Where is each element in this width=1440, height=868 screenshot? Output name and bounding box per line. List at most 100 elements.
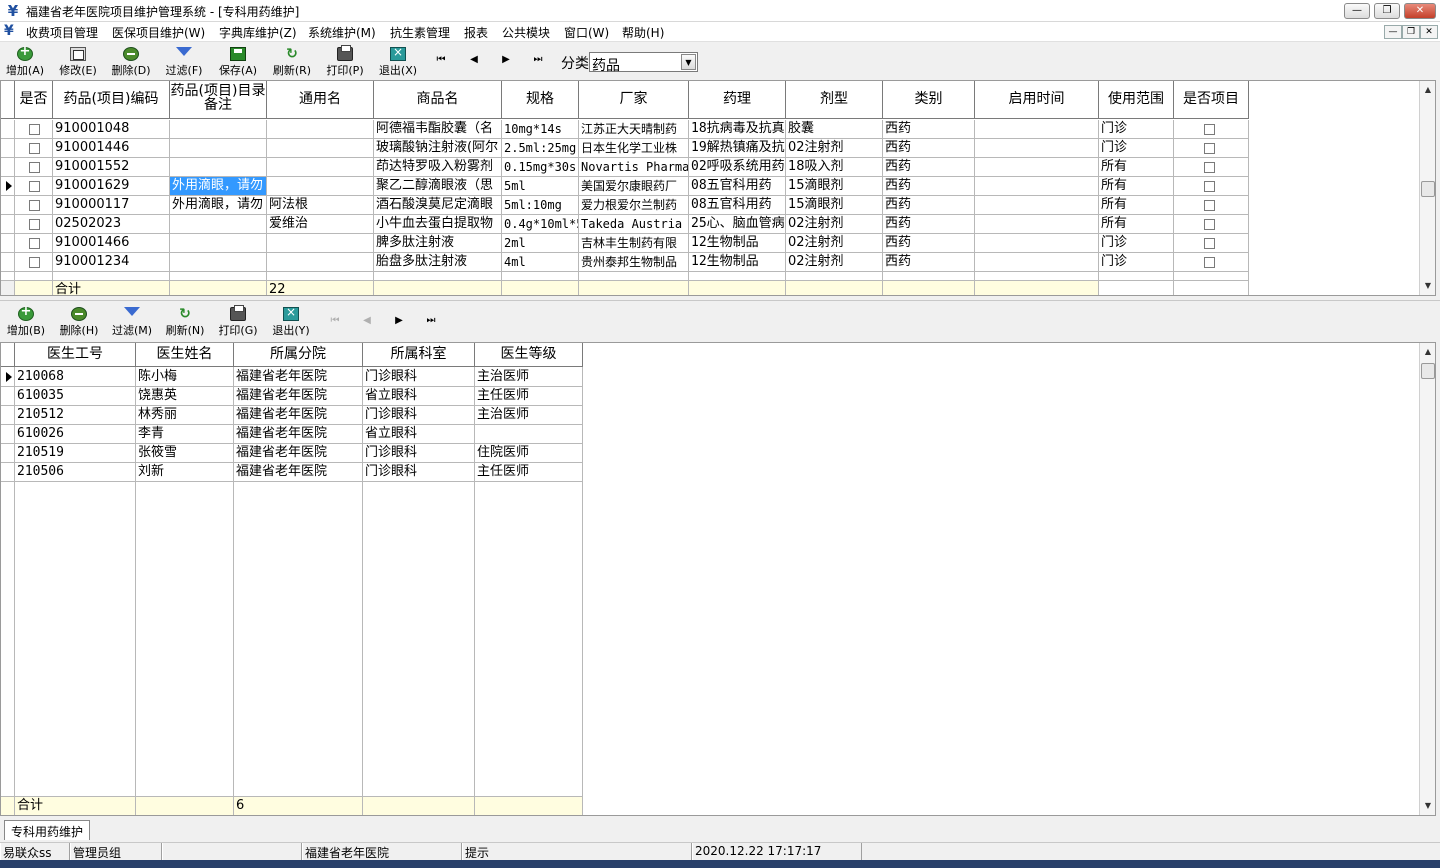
next-record-icon[interactable]: ▶ <box>499 54 513 65</box>
col-enabled-header[interactable]: 是否启用 <box>15 81 53 119</box>
col-doctor-name-header[interactable]: 医生姓名 <box>136 343 234 367</box>
menu-insurance-items[interactable]: 医保项目维护(W) <box>112 24 205 41</box>
table-cell[interactable]: 茚达特罗吸入粉雾剂 <box>374 158 502 177</box>
is-item-checkbox[interactable] <box>1204 124 1215 135</box>
restore-button[interactable]: ❐ <box>1374 3 1400 19</box>
table-cell[interactable]: 210068 <box>15 368 136 387</box>
table-cell[interactable]: 外用滴眼，请勿 <box>170 196 267 215</box>
table-cell[interactable]: 爱维治 <box>267 215 374 234</box>
table-cell[interactable]: 聚乙二醇滴眼液（思 <box>374 177 502 196</box>
doctor-delete-button[interactable]: 删除(H) <box>57 307 101 338</box>
refresh-button[interactable]: ↻ 刷新(R) <box>270 47 314 78</box>
table-cell[interactable]: 李青 <box>136 425 234 444</box>
doctor-prev-record-icon[interactable]: ◀ <box>360 315 374 326</box>
row-indicator[interactable] <box>1 120 15 139</box>
col-remark-header[interactable]: 药品(项目)目录备注 <box>170 81 267 119</box>
enabled-checkbox[interactable] <box>29 162 40 173</box>
col-doctor-id-header[interactable]: 医生工号 <box>15 343 136 367</box>
enabled-checkbox[interactable] <box>29 257 40 268</box>
enabled-checkbox[interactable] <box>29 200 40 211</box>
col-scope-header[interactable]: 使用范围 <box>1099 81 1174 119</box>
row-indicator[interactable] <box>1 139 15 158</box>
scroll-down-icon[interactable]: ▼ <box>1420 799 1435 813</box>
col-is-item-header[interactable]: 是否项目 <box>1174 81 1249 119</box>
exit-button[interactable]: 退出(X) <box>376 45 420 78</box>
table-cell[interactable]: 12生物制品 <box>689 253 786 272</box>
table-cell[interactable]: 主治医师 <box>475 406 583 425</box>
table-cell[interactable]: 吉林丰生制药有限 <box>579 234 689 253</box>
table-cell[interactable]: 610026 <box>15 425 136 444</box>
table-cell[interactable]: 门诊 <box>1099 234 1174 253</box>
table-cell[interactable]: 610035 <box>15 387 136 406</box>
doctor-last-record-icon[interactable]: ⏭ <box>424 315 438 326</box>
mdi-restore-button[interactable]: ❐ <box>1402 25 1420 39</box>
table-cell[interactable] <box>170 253 267 272</box>
table-cell[interactable]: 5ml:10mg <box>502 196 579 215</box>
table-cell[interactable]: 15滴眼剂 <box>786 196 883 215</box>
col-brand-name-header[interactable]: 商品名 <box>374 81 502 119</box>
col-doctor-level-header[interactable]: 医生等级 <box>475 343 583 367</box>
table-cell[interactable]: 所有 <box>1099 158 1174 177</box>
doctor-grid-scrollbar[interactable]: ▲ ▼ <box>1419 343 1435 815</box>
enabled-checkbox[interactable] <box>29 181 40 192</box>
table-cell[interactable]: 酒石酸溴莫尼定滴眼 <box>374 196 502 215</box>
table-cell[interactable]: 省立眼科 <box>363 425 475 444</box>
table-cell[interactable]: 日本生化学工业株 <box>579 139 689 158</box>
table-cell[interactable]: 15滴眼剂 <box>786 177 883 196</box>
menu-dictionary[interactable]: 字典库维护(Z) <box>219 24 297 41</box>
table-cell[interactable]: 饶惠英 <box>136 387 234 406</box>
table-cell[interactable]: 门诊眼科 <box>363 406 475 425</box>
table-cell[interactable]: 住院医师 <box>475 444 583 463</box>
doctor-filter-button[interactable]: 过滤(M) <box>110 307 154 338</box>
doctor-print-button[interactable]: 打印(G) <box>216 305 260 338</box>
enabled-checkbox[interactable] <box>29 143 40 154</box>
table-cell[interactable]: 所有 <box>1099 215 1174 234</box>
row-indicator[interactable] <box>1 425 15 444</box>
table-cell[interactable]: 02注射剂 <box>786 215 883 234</box>
table-cell[interactable]: 02呼吸系统用药 <box>689 158 786 177</box>
table-cell[interactable]: 外用滴眼，请勿 <box>170 177 267 196</box>
table-cell[interactable] <box>975 234 1099 253</box>
doctor-exit-button[interactable]: 退出(Y) <box>269 305 313 338</box>
table-cell[interactable]: 910001552 <box>53 158 170 177</box>
col-generic-name-header[interactable]: 通用名 <box>267 81 374 119</box>
table-cell[interactable]: 西药 <box>883 120 975 139</box>
table-cell[interactable]: 18吸入剂 <box>786 158 883 177</box>
table-cell[interactable] <box>975 177 1099 196</box>
table-cell[interactable]: 10mg*14s <box>502 120 579 139</box>
col-start-time-header[interactable]: 启用时间 <box>975 81 1099 119</box>
table-cell[interactable]: 福建省老年医院 <box>234 444 363 463</box>
table-cell[interactable] <box>170 139 267 158</box>
col-branch-header[interactable]: 所属分院 <box>234 343 363 367</box>
col-code-header[interactable]: 药品(项目)编码 <box>53 81 170 119</box>
table-cell[interactable]: 门诊 <box>1099 253 1174 272</box>
add-button[interactable]: 增加(A) <box>4 44 46 78</box>
table-cell[interactable]: 西药 <box>883 196 975 215</box>
table-cell[interactable]: 西药 <box>883 253 975 272</box>
prev-record-icon[interactable]: ◀ <box>467 54 481 65</box>
delete-button[interactable]: 删除(D) <box>109 47 153 78</box>
table-cell[interactable]: 贵州泰邦生物制品 <box>579 253 689 272</box>
scroll-up-icon[interactable]: ▲ <box>1420 83 1435 97</box>
table-cell[interactable]: 0.4g*10ml*5 <box>502 215 579 234</box>
row-indicator[interactable] <box>1 444 15 463</box>
table-cell[interactable]: 0.15mg*30s <box>502 158 579 177</box>
table-cell[interactable]: 25心、脑血管病 <box>689 215 786 234</box>
is-item-checkbox[interactable] <box>1204 219 1215 230</box>
table-cell[interactable]: 所有 <box>1099 196 1174 215</box>
doctor-refresh-button[interactable]: ↻ 刷新(N) <box>163 307 207 338</box>
table-cell[interactable]: 福建省老年医院 <box>234 368 363 387</box>
close-button[interactable]: ✕ <box>1404 3 1436 19</box>
menu-system[interactable]: 系统维护(M) <box>308 24 376 41</box>
table-cell[interactable]: 阿法根 <box>267 196 374 215</box>
doctor-first-record-icon[interactable]: ⏮ <box>328 315 342 326</box>
tab-specialty-drugs[interactable]: 专科用药维护 <box>4 820 91 840</box>
row-indicator[interactable] <box>1 406 15 425</box>
table-cell[interactable]: 910001466 <box>53 234 170 253</box>
edit-button[interactable]: 修改(E) <box>56 47 100 78</box>
table-cell[interactable] <box>170 215 267 234</box>
table-cell[interactable]: 所有 <box>1099 177 1174 196</box>
table-cell[interactable]: 210506 <box>15 463 136 482</box>
scroll-thumb[interactable] <box>1421 181 1435 197</box>
table-cell[interactable]: 210512 <box>15 406 136 425</box>
